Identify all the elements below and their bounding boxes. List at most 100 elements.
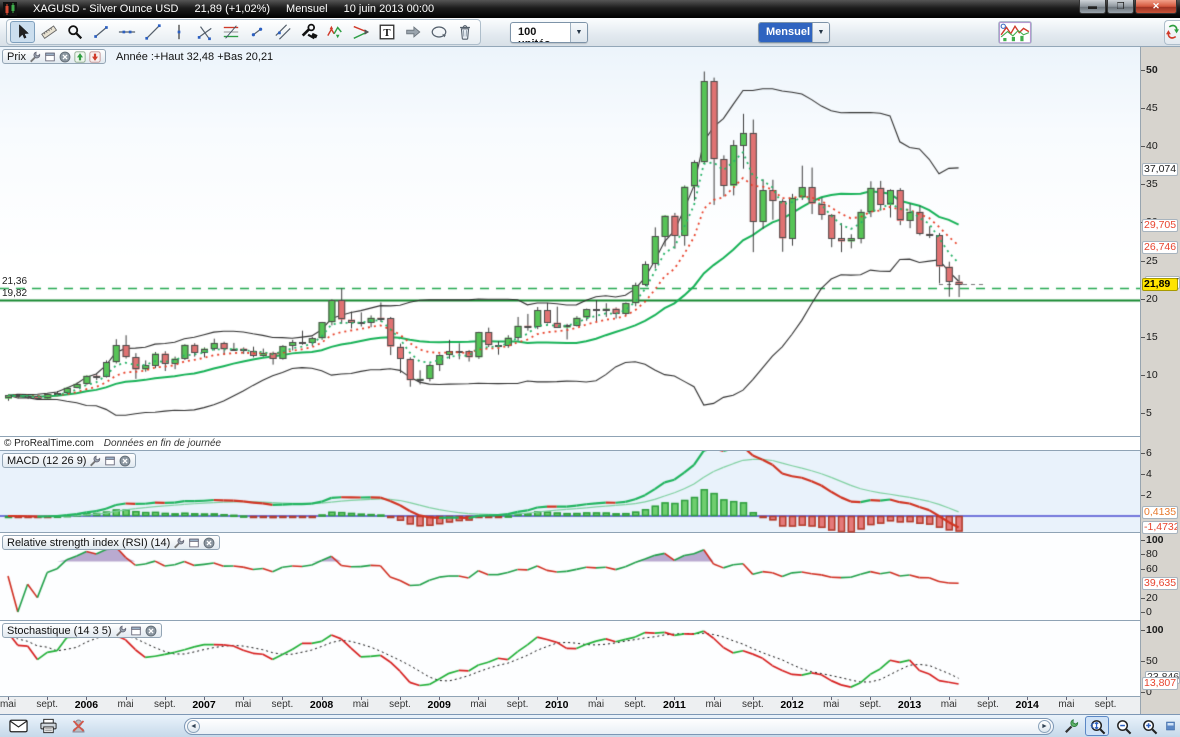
window-icon[interactable] <box>44 51 56 63</box>
horizontal-line-tool[interactable] <box>114 21 139 43</box>
pointer-tool[interactable] <box>10 21 35 43</box>
y-axis: 504540353025201510521,85737,07429,70526,… <box>1140 47 1180 714</box>
x-axis-label: sept. <box>624 699 646 710</box>
axis-tick-mark <box>1141 540 1145 541</box>
axis-tick-mark <box>1141 261 1145 262</box>
crossed-lines-tool[interactable] <box>192 21 217 43</box>
horizontal-scrollbar[interactable]: ◄ ► <box>184 718 1054 735</box>
timeframe-dropdown[interactable]: Mensuel ▼ <box>758 22 830 43</box>
zoom-in-button[interactable] <box>1137 716 1161 736</box>
x-axis-label: 2008 <box>310 699 333 711</box>
edge-partial-button[interactable] <box>1166 716 1175 736</box>
x-axis-label: sept. <box>742 699 764 710</box>
window-titlebar[interactable]: XAGUSD - Silver Ounce USD 21,89 (+1,02%)… <box>0 0 1180 18</box>
x-axis-label: mai <box>235 699 251 710</box>
axis-tick-label: 100 <box>1146 624 1164 636</box>
rsi-chip-icons <box>173 537 215 549</box>
zigzag-pattern-tool[interactable] <box>322 21 347 43</box>
drawing-tools-tool[interactable] <box>296 21 321 43</box>
trash-tool[interactable] <box>452 21 477 43</box>
chevron-down-icon[interactable]: ▼ <box>570 23 587 42</box>
wrench-icon[interactable] <box>89 455 101 467</box>
lasso-tool[interactable] <box>426 21 451 43</box>
plots-column: Prix Année :+Haut 32,48 +Bas 20,21 21,36… <box>0 47 1140 714</box>
stochastic-chart-canvas[interactable] <box>0 621 1140 697</box>
measure-tool[interactable] <box>36 21 61 43</box>
axis-tick-mark <box>1141 495 1145 496</box>
parallel-lines-tool[interactable] <box>270 21 295 43</box>
refresh-edge-button[interactable] <box>1164 20 1180 45</box>
zoom-tool[interactable] <box>62 21 87 43</box>
x-axis-label: 2009 <box>428 699 451 711</box>
units-value: 100 unités <box>511 23 570 42</box>
arrow-tool[interactable] <box>400 21 425 43</box>
close-icon[interactable] <box>145 625 157 637</box>
x-axis-label: mai <box>706 699 722 710</box>
arrow-down-icon[interactable] <box>89 51 101 63</box>
macd-chart-canvas[interactable] <box>0 451 1140 533</box>
arrow-up-icon[interactable] <box>74 51 86 63</box>
close-icon[interactable] <box>203 537 215 549</box>
copyright-strip: © ProRealTime.com Données en fin de jour… <box>0 437 1140 451</box>
status-right-buttons <box>1059 716 1161 736</box>
window-icon[interactable] <box>104 455 116 467</box>
lasso-tool-icon <box>430 23 448 41</box>
units-dropdown[interactable]: 100 unités ▼ <box>510 22 588 43</box>
chart-style-icon <box>999 22 1031 43</box>
chevron-down-icon[interactable]: ▼ <box>812 23 829 42</box>
wrench-icon[interactable] <box>173 537 185 549</box>
wrench-icon[interactable] <box>115 625 127 637</box>
fibonacci-tool-icon <box>222 23 240 41</box>
stochastic-chip-icons <box>115 625 157 637</box>
minimize-button[interactable]: ▬ <box>1079 0 1106 14</box>
text-tool[interactable]: T <box>374 21 399 43</box>
x-axis-label: 2010 <box>545 699 568 711</box>
rsi-chip: Relative strength index (RSI) (14) <box>2 535 220 550</box>
pointer-tool-icon <box>14 23 32 41</box>
status-left-buttons <box>5 717 91 736</box>
window-icon[interactable] <box>188 537 200 549</box>
zoom-out-button[interactable] <box>1111 716 1135 736</box>
macd-chip: MACD (12 26 9) <box>2 453 136 468</box>
application-window: XAGUSD - Silver Ounce USD 21,89 (+1,02%)… <box>0 0 1180 737</box>
x-axis-label: 2007 <box>192 699 215 711</box>
restore-button[interactable]: ❐ <box>1107 0 1134 14</box>
vertical-line-tool[interactable] <box>166 21 191 43</box>
axis-value-box: 29,705 <box>1142 219 1178 232</box>
window-icon[interactable] <box>130 625 142 637</box>
drawing-tools-group: T <box>6 19 481 45</box>
rsi-chip-label: Relative strength index (RSI) (14) <box>7 537 170 549</box>
close-icon[interactable] <box>119 455 131 467</box>
x-axis-label: 2014 <box>1016 699 1039 711</box>
trendline-tool[interactable] <box>140 21 165 43</box>
x-axis-label: mai <box>588 699 604 710</box>
x-axis-label: mai <box>118 699 134 710</box>
print-button[interactable] <box>35 717 61 736</box>
chart-style-button[interactable] <box>998 21 1032 44</box>
price-chart-canvas[interactable] <box>0 47 1140 437</box>
zoom-fit-button[interactable] <box>1085 716 1109 736</box>
axis-tick-label: 25 <box>1146 255 1158 267</box>
chart-settings-button[interactable] <box>1059 716 1083 736</box>
email-button[interactable] <box>5 717 31 736</box>
scroll-left-button[interactable]: ◄ <box>187 720 200 733</box>
segment-tool[interactable] <box>88 21 113 43</box>
axis-tick-label: 5 <box>1146 407 1152 419</box>
close-icon[interactable] <box>59 51 71 63</box>
copyright-text: © ProRealTime.com <box>4 438 94 449</box>
status-bar: ◄ ► <box>0 714 1180 737</box>
price-annotation: Année :+Haut 32,48 +Bas 20,21 <box>116 51 273 63</box>
axis-value-box: 0,4135 <box>1142 506 1178 519</box>
close-button[interactable]: ✕ <box>1135 0 1177 14</box>
short-segment-tool[interactable] <box>244 21 269 43</box>
user-offline-button[interactable] <box>65 717 91 736</box>
axis-tick-mark <box>1141 612 1145 613</box>
fibonacci-tool[interactable] <box>218 21 243 43</box>
axis-tick-mark <box>1141 70 1145 71</box>
trash-tool-icon <box>456 23 474 41</box>
refresh-icon <box>1166 22 1179 42</box>
wrench-icon[interactable] <box>29 51 41 63</box>
pattern-tool[interactable] <box>348 21 373 43</box>
scroll-right-button[interactable]: ► <box>1038 720 1051 733</box>
text-tool-icon: T <box>378 23 396 41</box>
